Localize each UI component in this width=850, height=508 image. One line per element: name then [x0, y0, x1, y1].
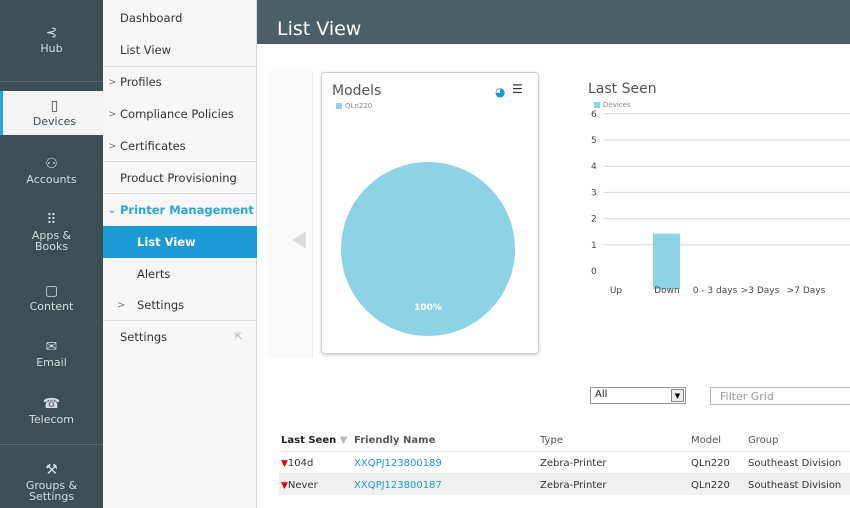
rail-item-email[interactable]: ✉ Email — [0, 340, 103, 368]
y-tick-label: 4 — [591, 162, 597, 172]
x-tick-label: Up — [610, 286, 623, 296]
subnav-item-profiles[interactable]: > Profiles — [103, 66, 257, 98]
down-arrow-icon: ▼ — [281, 481, 288, 491]
email-icon: ✉ — [45, 339, 58, 355]
last-seen-cell: ▼Never — [281, 480, 318, 491]
group-cell: Southeast Division — [748, 458, 842, 469]
table-row[interactable]: ▼104d XXQPJ123800189 Zebra-Printer QLn22… — [279, 451, 850, 473]
apps-icon: ⠿ — [46, 212, 57, 228]
type-cell: Zebra-Printer — [540, 458, 607, 469]
app-frame: ⊰ Hub ▯ Devices ⚇ Accounts ⠿ Apps & Book… — [0, 0, 850, 508]
chevron-right-icon: > — [108, 76, 117, 88]
y-tick-label: 5 — [591, 136, 597, 146]
table-row[interactable]: ▼Never XXQPJ123800187 Zebra-Printer QLn2… — [279, 473, 850, 495]
model-cell: QLn220 — [691, 458, 730, 469]
x-tick-label: >7 Days — [787, 286, 826, 296]
main-content: Models QLn220 ◕ ☰ 100% Last Seen Devices… — [257, 44, 850, 508]
rail-item-apps-books[interactable]: ⠿ Apps & Books — [0, 213, 103, 252]
x-tick-label: Down — [654, 286, 680, 296]
table-header: Last Seen ▼ Friendly Name Type Model Gro… — [279, 429, 850, 451]
x-tick-label: >3 Days — [741, 286, 780, 296]
chevron-down-icon[interactable]: ▼ — [671, 389, 684, 402]
carousel-prev-panel[interactable] — [268, 71, 313, 358]
chevron-right-icon: > — [108, 140, 117, 152]
pie-slice-label: 100% — [414, 303, 442, 313]
pin-icon[interactable]: ⇱ — [235, 332, 243, 343]
y-tick-label: 0 — [591, 267, 597, 277]
rail-item-label: Telecom — [29, 413, 74, 426]
y-tick-label: 2 — [591, 215, 597, 225]
subnav-item-pm-list-view[interactable]: List View — [103, 226, 257, 258]
column-header-last-seen[interactable]: Last Seen ▼ — [281, 435, 347, 446]
rail-item-label: Accounts — [26, 173, 77, 186]
rail-item-label: Email — [36, 356, 67, 369]
rail-item-content[interactable]: ▢ Content — [0, 284, 103, 312]
rail-item-label-line2: Settings — [28, 490, 75, 503]
groups-icon: ⚒ — [45, 462, 58, 478]
chevron-down-icon: ⌄ — [108, 204, 117, 216]
filter-grid-input[interactable]: Filter Grid — [710, 387, 850, 405]
subnav-item-certificates[interactable]: > Certificates — [103, 130, 257, 162]
primary-nav-rail: ⊰ Hub ▯ Devices ⚇ Accounts ⠿ Apps & Book… — [0, 0, 106, 508]
chevron-left-icon[interactable] — [292, 231, 306, 249]
column-header-model[interactable]: Model — [691, 435, 721, 446]
rail-item-devices[interactable]: ▯ Devices — [0, 91, 106, 135]
accounts-icon: ⚇ — [45, 156, 58, 172]
last-seen-title: Last Seen — [588, 81, 657, 97]
subnav-item-dashboard[interactable]: Dashboard — [103, 2, 257, 34]
y-tick-label: 3 — [591, 188, 597, 198]
last-seen-cell: ▼104d — [281, 458, 314, 469]
rail-item-accounts[interactable]: ⚇ Accounts — [0, 157, 103, 185]
column-header-friendly-name[interactable]: Friendly Name — [354, 435, 435, 446]
rail-item-groups-settings[interactable]: ⚒ Groups & Settings — [0, 463, 103, 502]
subnav-item-settings[interactable]: Settings ⇱ — [103, 321, 257, 353]
last-seen-bar-chart: 0 1 2 3 4 5 6 Up Down 0 - 3 days >3 Days >7 Days — [591, 110, 850, 296]
chevron-right-icon: > — [117, 299, 126, 311]
device-icon: ▯ — [50, 98, 59, 114]
column-header-type[interactable]: Type — [540, 435, 563, 446]
group-select-value: All — [595, 389, 608, 400]
x-tick-label: 0 - 3 days — [693, 286, 738, 296]
friendly-name-link[interactable]: XXQPJ123800189 — [354, 458, 442, 469]
bar-down — [653, 233, 680, 289]
down-arrow-icon: ▼ — [281, 459, 288, 469]
y-tick-label: 1 — [591, 241, 597, 251]
secondary-nav: Dashboard List View > Profiles > Complianc… — [103, 0, 257, 508]
content-icon: ▢ — [44, 283, 59, 299]
group-select[interactable]: All ▼ — [590, 387, 686, 404]
column-header-group[interactable]: Group — [748, 435, 778, 446]
rail-item-label: Hub — [40, 42, 63, 55]
rail-divider — [0, 444, 103, 445]
filter-icon[interactable]: ▼ — [340, 435, 348, 446]
friendly-name-link[interactable]: XXQPJ123800187 — [354, 480, 442, 491]
page-header: List View — [257, 0, 850, 44]
rail-item-label: Content — [29, 300, 74, 313]
telecom-icon: ☎ — [42, 396, 61, 412]
model-cell: QLn220 — [691, 480, 730, 491]
subnav-item-alerts[interactable]: Alerts — [103, 258, 257, 290]
subnav-item-product-provisioning[interactable]: Product Provisioning — [103, 162, 257, 194]
group-cell: Southeast Division — [748, 480, 842, 491]
rail-item-label: Devices — [32, 115, 77, 128]
subnav-item-list-view[interactable]: List View — [103, 34, 257, 66]
models-pie-svg: 100% — [341, 162, 515, 336]
y-tick-label: 6 — [591, 110, 597, 120]
page-title: List View — [277, 18, 362, 40]
rail-divider — [0, 81, 103, 82]
type-cell: Zebra-Printer — [540, 480, 607, 491]
subnav-item-printer-management[interactable]: ⌄ Printer Management — [103, 194, 257, 226]
rail-item-hub[interactable]: ⊰ Hub — [0, 26, 103, 54]
subnav-item-compliance-policies[interactable]: > Compliance Policies — [103, 98, 257, 130]
models-chart-card: Models QLn220 ◕ ☰ 100% — [321, 72, 539, 354]
subnav-item-pm-settings[interactable]: > Settings — [103, 289, 257, 321]
rail-item-telecom[interactable]: ☎ Telecom — [0, 397, 103, 425]
chevron-right-icon: > — [108, 108, 117, 120]
rail-item-label-line2: Books — [34, 240, 69, 253]
hub-icon: ⊰ — [45, 25, 58, 41]
